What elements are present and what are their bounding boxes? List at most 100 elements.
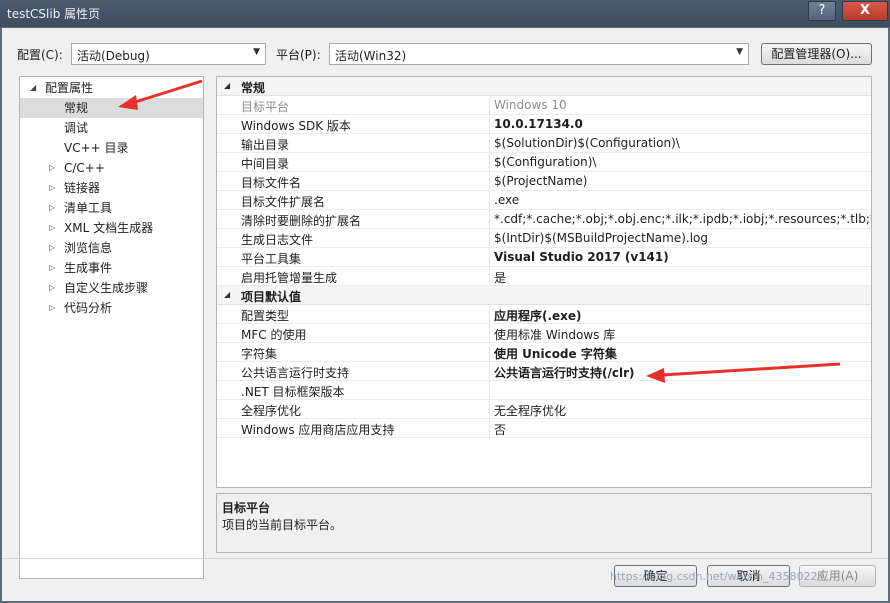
property-row[interactable]: .NET 目标框架版本	[217, 381, 871, 400]
config-manager-button[interactable]: 配置管理器(O)...	[761, 43, 872, 65]
tree-item-build-events[interactable]: ▷ 生成事件	[20, 258, 203, 278]
tree-item-linker[interactable]: ▷ 链接器	[20, 178, 203, 198]
property-row[interactable]: 全程序优化 无全程序优化	[217, 400, 871, 419]
column-divider	[489, 191, 490, 210]
property-name: .NET 目标框架版本	[241, 385, 345, 399]
tree-item-code-analysis[interactable]: ▷ 代码分析	[20, 298, 203, 318]
property-value: $(SolutionDir)$(Configuration)\	[494, 136, 680, 150]
column-divider	[489, 305, 490, 324]
config-value: 活动(Debug)	[77, 49, 150, 63]
tree-item-custom-build-step[interactable]: ▷ 自定义生成步骤	[20, 278, 203, 298]
tree-item-xml-doc-generator[interactable]: ▷ XML 文档生成器	[20, 218, 203, 238]
expanded-triangle-icon[interactable]: ◢	[224, 290, 230, 299]
collapsed-triangle-icon[interactable]: ▷	[49, 298, 55, 318]
property-value: 应用程序(.exe)	[494, 309, 582, 323]
tree-root-config-properties[interactable]: ◢ 配置属性	[20, 78, 203, 98]
platform-label: 平台(P):	[276, 48, 321, 62]
expanded-triangle-icon[interactable]: ◢	[224, 81, 230, 90]
property-row[interactable]: Windows SDK 版本 10.0.17134.0	[217, 115, 871, 134]
chevron-down-icon: ▼	[736, 47, 743, 57]
property-value: $(ProjectName)	[494, 174, 588, 188]
property-row[interactable]: 清除时要删除的扩展名 *.cdf;*.cache;*.obj;*.obj.enc…	[217, 210, 871, 229]
tree-item-vc-directories[interactable]: VC++ 目录	[20, 138, 203, 158]
property-row[interactable]: 配置类型 应用程序(.exe)	[217, 305, 871, 324]
tree-item-label: 常规	[64, 101, 89, 115]
column-divider	[489, 229, 490, 248]
category-label: 常规	[241, 81, 266, 95]
tree-item-label: 生成事件	[64, 261, 113, 275]
column-divider	[489, 115, 490, 134]
property-value: Visual Studio 2017 (v141)	[494, 250, 669, 264]
property-tree[interactable]: ◢ 配置属性 常规 调试 VC++ 目录 ▷ C/C++ ▷ 链接器 ▷ 清单工…	[19, 76, 204, 579]
category-general[interactable]: ◢ 常规	[217, 77, 871, 96]
property-value: $(Configuration)\	[494, 155, 597, 169]
property-row[interactable]: MFC 的使用 使用标准 Windows 库	[217, 324, 871, 343]
tree-item-label: 浏览信息	[64, 241, 113, 255]
collapsed-triangle-icon[interactable]: ▷	[49, 198, 55, 218]
collapsed-triangle-icon[interactable]: ▷	[49, 258, 55, 278]
property-name: 字符集	[241, 347, 278, 361]
property-grid[interactable]: ◢ 常规 目标平台 Windows 10 Windows SDK 版本 10.0…	[216, 76, 872, 488]
tree-item-c-cpp[interactable]: ▷ C/C++	[20, 158, 203, 178]
help-button[interactable]: ?	[808, 1, 836, 21]
property-name: Windows SDK 版本	[241, 119, 351, 133]
property-value: 使用标准 Windows 库	[494, 328, 616, 342]
category-project-defaults[interactable]: ◢ 项目默认值	[217, 286, 871, 305]
tree-item-browse-info[interactable]: ▷ 浏览信息	[20, 238, 203, 258]
tree-item-label: 链接器	[64, 181, 101, 195]
property-row[interactable]: 目标平台 Windows 10	[217, 96, 871, 115]
collapsed-triangle-icon[interactable]: ▷	[49, 218, 55, 238]
tree-item-label: 清单工具	[64, 201, 113, 215]
collapsed-triangle-icon[interactable]: ▷	[49, 158, 55, 178]
config-select[interactable]: 活动(Debug) ▼	[71, 43, 266, 65]
property-row[interactable]: 目标文件扩展名 .exe	[217, 191, 871, 210]
property-name: 中间目录	[241, 157, 290, 171]
property-name: 公共语言运行时支持	[241, 366, 350, 380]
chevron-down-icon: ▼	[253, 47, 260, 57]
property-value: .exe	[494, 193, 520, 207]
column-divider	[489, 248, 490, 267]
property-row[interactable]: Windows 应用商店应用支持 否	[217, 419, 871, 438]
property-name: 启用托管增量生成	[241, 271, 338, 285]
tree-root-label: 配置属性	[45, 81, 94, 95]
property-name: 目标平台	[241, 100, 290, 114]
dialog-client: 配置(C): 活动(Debug) ▼ 平台(P): 活动(Win32) ▼ 配置…	[2, 28, 888, 601]
property-name: 清除时要删除的扩展名	[241, 214, 362, 228]
platform-value: 活动(Win32)	[335, 49, 407, 63]
title-bar: testCSlib 属性页 ? X	[0, 0, 890, 27]
column-divider	[489, 400, 490, 419]
property-row[interactable]: 目标文件名 $(ProjectName)	[217, 172, 871, 191]
property-value: Windows 10	[494, 98, 567, 112]
collapsed-triangle-icon[interactable]: ▷	[49, 278, 55, 298]
tree-item-debugging[interactable]: 调试	[20, 118, 203, 138]
property-row[interactable]: 启用托管增量生成 是	[217, 267, 871, 286]
property-row[interactable]: 平台工具集 Visual Studio 2017 (v141)	[217, 248, 871, 267]
property-name: 目标文件扩展名	[241, 195, 326, 209]
property-row[interactable]: 中间目录 $(Configuration)\	[217, 153, 871, 172]
column-divider	[489, 324, 490, 343]
property-row[interactable]: 生成日志文件 $(IntDir)$(MSBuildProjectName).lo…	[217, 229, 871, 248]
column-divider	[489, 210, 490, 229]
property-value: 使用 Unicode 字符集	[494, 347, 617, 361]
tree-item-general[interactable]: 常规	[20, 98, 203, 118]
property-row[interactable]: 字符集 使用 Unicode 字符集	[217, 343, 871, 362]
tree-item-label: 自定义生成步骤	[64, 281, 149, 295]
column-divider	[489, 134, 490, 153]
platform-select[interactable]: 活动(Win32) ▼	[329, 43, 749, 65]
expanded-triangle-icon: ◢	[30, 83, 37, 92]
column-divider	[489, 362, 490, 381]
tree-item-manifest-tool[interactable]: ▷ 清单工具	[20, 198, 203, 218]
property-name: 输出目录	[241, 138, 290, 152]
close-button[interactable]: X	[842, 1, 888, 21]
collapsed-triangle-icon[interactable]: ▷	[49, 238, 55, 258]
property-value: 公共语言运行时支持(/clr)	[494, 366, 635, 380]
description-body: 项目的当前目标平台。	[222, 518, 343, 532]
property-name: 平台工具集	[241, 252, 302, 266]
category-label: 项目默认值	[241, 290, 302, 304]
property-row[interactable]: 公共语言运行时支持 公共语言运行时支持(/clr)	[217, 362, 871, 381]
tree-item-label: 调试	[64, 121, 89, 135]
collapsed-triangle-icon[interactable]: ▷	[49, 178, 55, 198]
watermark-text: https://blog.csdn.net/weixin_43580224	[610, 570, 825, 583]
property-row[interactable]: 输出目录 $(SolutionDir)$(Configuration)\	[217, 134, 871, 153]
property-value: 是	[494, 271, 507, 285]
